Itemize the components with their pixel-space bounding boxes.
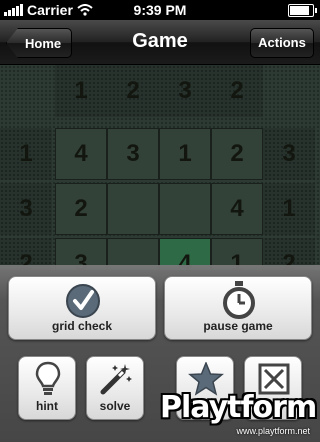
pause-game-button[interactable]: pause game: [164, 276, 312, 340]
left-clue: 1: [0, 128, 52, 180]
grid-cell[interactable]: 2: [55, 183, 107, 235]
solve-button[interactable]: solve: [86, 356, 144, 420]
stopwatch-icon: [223, 281, 255, 319]
watermark: Playtform www.playtform.net: [156, 390, 317, 440]
clock: 9:39 PM: [133, 2, 187, 18]
grid-check-button[interactable]: grid check: [8, 276, 156, 340]
right-clue: 3: [263, 128, 315, 180]
grid-cell[interactable]: 2: [211, 128, 263, 180]
grid-cell[interactable]: 3: [107, 128, 159, 180]
hint-label: hint: [36, 399, 58, 413]
pause-game-label: pause game: [203, 319, 273, 333]
grid-cell[interactable]: 4: [55, 128, 107, 180]
grid-cell[interactable]: [107, 183, 159, 235]
battery-icon: [288, 4, 317, 17]
left-clue: 3: [0, 183, 52, 235]
actions-button[interactable]: Actions: [250, 28, 314, 58]
hint-button[interactable]: hint: [18, 356, 76, 420]
lightbulb-icon: [35, 361, 61, 395]
solve-label: solve: [99, 399, 131, 413]
magic-wand-icon: [100, 364, 132, 395]
grid-check-label: grid check: [51, 319, 113, 333]
right-clue: 1: [263, 183, 315, 235]
grid-cell[interactable]: 4: [211, 183, 263, 235]
checkmark-icon: [66, 284, 100, 318]
grid-cell[interactable]: 1: [159, 128, 211, 180]
status-bar: Carrier 9:39 PM: [0, 0, 320, 20]
top-clue: 3: [159, 65, 211, 117]
watermark-logo: Playtform: [160, 390, 317, 425]
top-clue: 1: [55, 65, 107, 117]
top-clue: 2: [107, 65, 159, 117]
game-board: 1232143123324123412: [0, 65, 320, 270]
watermark-url: www.playtform.net: [236, 426, 310, 436]
navigation-bar: Home Game Actions: [0, 20, 320, 65]
top-clue: 2: [211, 65, 263, 117]
grid-cell[interactable]: [159, 183, 211, 235]
